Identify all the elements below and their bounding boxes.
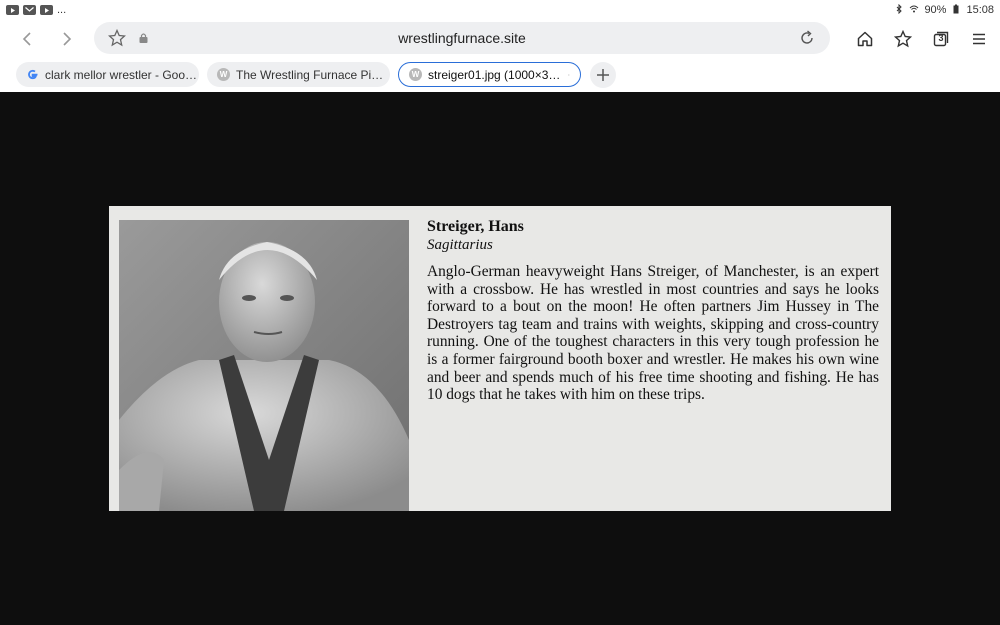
status-bar: ... 90% 15:08 <box>0 0 1000 20</box>
back-button[interactable] <box>10 21 46 57</box>
battery-percent: 90% <box>924 4 947 16</box>
bookmarks-button[interactable] <box>892 28 914 50</box>
tabs-button[interactable]: 3 <box>930 28 952 50</box>
tab-count: 3 <box>938 33 944 43</box>
chevron-left-icon <box>22 32 31 46</box>
battery-icon <box>951 4 961 17</box>
bluetooth-icon <box>894 3 904 17</box>
reload-icon[interactable] <box>798 29 816 47</box>
clock: 15:08 <box>966 4 994 16</box>
tab-streiger-image[interactable]: W streiger01.jpg (1000×3… <box>398 62 581 87</box>
url-text[interactable]: wrestlingfurnace.site <box>94 30 830 46</box>
wrestler-bio: Anglo-German heavyweight Hans Streiger, … <box>427 263 879 404</box>
hamburger-menu-icon <box>973 33 985 45</box>
google-icon <box>26 68 39 81</box>
site-favicon: W <box>217 68 230 81</box>
forward-button[interactable] <box>48 21 84 57</box>
article-text: Streiger, Hans Sagittarius Anglo-German … <box>427 218 879 404</box>
home-icon <box>857 31 873 47</box>
address-bar[interactable]: wrestlingfurnace.site <box>94 22 830 54</box>
bookmarks-star-icon <box>894 30 912 48</box>
plus-icon <box>597 69 609 81</box>
new-tab-button[interactable] <box>590 62 616 88</box>
close-icon[interactable] <box>568 69 570 81</box>
wrestler-photo <box>119 220 409 511</box>
tab-title: streiger01.jpg (1000×3… <box>428 67 561 82</box>
youtube-icon <box>40 5 53 15</box>
tab-title: clark mellor wrestler - Goo… <box>45 67 198 82</box>
star-sign: Sagittarius <box>427 237 493 253</box>
image-viewer: Streiger, Hans Sagittarius Anglo-German … <box>0 92 1000 625</box>
tab-strip: clark mellor wrestler - Goo… W The Wrest… <box>0 58 1000 92</box>
menu-button[interactable] <box>968 28 990 50</box>
mail-icon <box>23 5 36 15</box>
scanned-article-image: Streiger, Hans Sagittarius Anglo-German … <box>109 206 891 511</box>
chevron-right-icon <box>63 32 72 46</box>
tab-google-search[interactable]: clark mellor wrestler - Goo… <box>16 62 199 87</box>
system-status: 90% 15:08 <box>894 3 994 17</box>
tab-title: The Wrestling Furnace Pi… <box>236 67 384 82</box>
wifi-icon <box>909 4 919 17</box>
youtube-icon <box>6 5 19 15</box>
toolbar-actions: 3 <box>854 20 990 58</box>
site-favicon: W <box>409 68 422 81</box>
notification-area: ... <box>6 4 66 16</box>
notification-overflow: ... <box>57 4 67 16</box>
browser-toolbar: wrestlingfurnace.site 3 <box>0 20 1000 58</box>
wrestler-name: Streiger, Hans <box>427 218 524 235</box>
tab-wrestling-furnace[interactable]: W The Wrestling Furnace Pi… <box>207 62 390 87</box>
home-button[interactable] <box>854 28 876 50</box>
